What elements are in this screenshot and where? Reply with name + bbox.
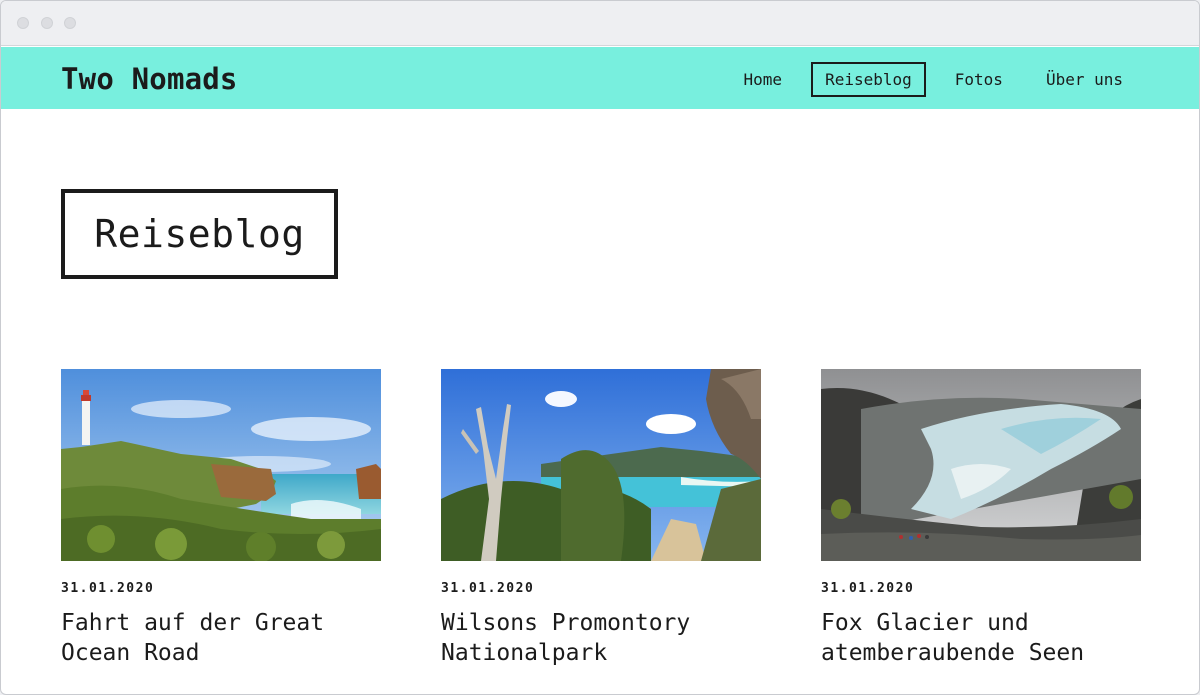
post-title[interactable]: Fahrt auf der Great Ocean Road bbox=[61, 608, 381, 668]
nav-item-fotos[interactable]: Fotos bbox=[941, 62, 1017, 97]
post-date: 31.01.2020 bbox=[821, 581, 915, 596]
site-brand[interactable]: Two Nomads bbox=[61, 62, 238, 96]
window-minimize-dot[interactable] bbox=[41, 17, 53, 29]
post-image-bay-view[interactable] bbox=[441, 369, 761, 561]
post-title[interactable]: Fox Glacier und atemberaubende Seen bbox=[821, 608, 1141, 668]
post-card[interactable]: 31.01.2020 Fox Glacier und atemberaubend… bbox=[821, 369, 1141, 668]
page-title-box: Reiseblog bbox=[61, 189, 338, 279]
post-card[interactable]: 31.01.2020 Wilsons Promontory Nationalpa… bbox=[441, 369, 761, 668]
window-maximize-dot[interactable] bbox=[64, 17, 76, 29]
post-card[interactable]: 31.01.2020 Fahrt auf der Great Ocean Roa… bbox=[61, 369, 381, 668]
post-grid: 31.01.2020 Fahrt auf der Great Ocean Roa… bbox=[61, 369, 1141, 694]
browser-window: Two Nomads Home Reiseblog Fotos Über uns… bbox=[0, 0, 1200, 695]
post-date: 31.01.2020 bbox=[61, 581, 155, 596]
site-navbar: Two Nomads Home Reiseblog Fotos Über uns bbox=[1, 47, 1199, 109]
post-title[interactable]: Wilsons Promontory Nationalpark bbox=[441, 608, 761, 668]
post-date: 31.01.2020 bbox=[441, 581, 535, 596]
nav-item-ueber-uns[interactable]: Über uns bbox=[1032, 62, 1137, 97]
window-close-dot[interactable] bbox=[17, 17, 29, 29]
main-nav: Home Reiseblog Fotos Über uns bbox=[715, 62, 1137, 97]
nav-item-home[interactable]: Home bbox=[730, 62, 797, 97]
post-image-coast-lighthouse[interactable] bbox=[61, 369, 381, 561]
nav-item-reiseblog[interactable]: Reiseblog bbox=[811, 62, 926, 97]
post-image-glacier[interactable] bbox=[821, 369, 1141, 561]
page-title: Reiseblog bbox=[94, 212, 305, 256]
window-titlebar bbox=[1, 1, 1199, 46]
